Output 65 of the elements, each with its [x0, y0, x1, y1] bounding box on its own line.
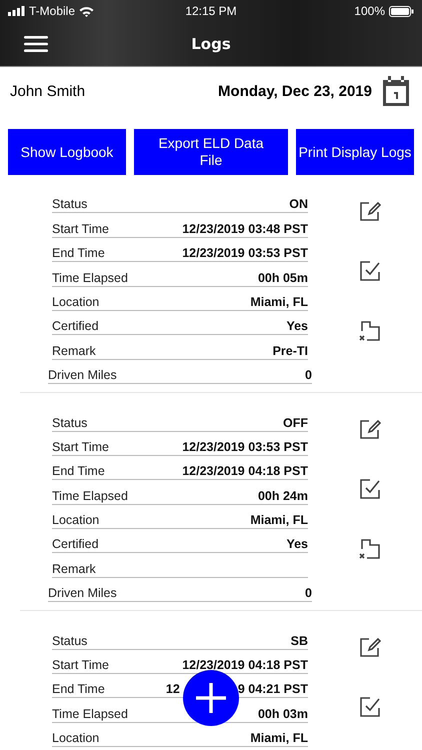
field-label: Location [52, 731, 100, 746]
field-value: 12/23/2019 03:53 PST [182, 246, 308, 260]
edit-icon[interactable] [358, 199, 382, 223]
field-label: Time Elapsed [52, 270, 128, 285]
wifi-icon [79, 6, 94, 16]
field-label: Driven Miles [48, 368, 117, 382]
field-label: Start Time [52, 440, 109, 454]
folder-x-icon[interactable] [358, 319, 382, 343]
action-button[interactable]: Export ELD Data File [134, 129, 288, 175]
driver-name: John Smith [10, 82, 86, 100]
field-label: Status [52, 416, 88, 430]
field-value: OFF [283, 416, 308, 430]
action-button[interactable]: Show Logbook [8, 129, 126, 175]
signal-icon [8, 6, 25, 16]
field-label: Driven Miles [48, 586, 117, 600]
field-value: 00h 05m [258, 270, 308, 285]
field-label: Start Time [52, 658, 109, 672]
field-label: Status [52, 197, 88, 212]
field-value: Miami, FL [250, 731, 308, 746]
field-value: Pre-TI [272, 344, 308, 358]
field-value: ON [289, 197, 308, 212]
field-label: Certified [52, 319, 99, 334]
field-label: Location [52, 513, 100, 528]
field-value: 12/23/2019 03:53 PST [182, 440, 308, 454]
edit-icon[interactable] [358, 417, 382, 442]
field-label: End Time [52, 246, 105, 260]
field-value: 9 04:21 PST [238, 682, 308, 696]
field-value: 12/23/2019 03:48 PST [182, 222, 308, 236]
folder-x-icon[interactable] [358, 537, 382, 562]
plus-icon [194, 681, 228, 715]
field-label: Time Elapsed [52, 706, 128, 721]
carrier-name: T-Mobile [29, 4, 76, 18]
action-button[interactable]: Print Display Logs [296, 129, 414, 175]
field-label: End Time [52, 682, 105, 696]
field-value: SB [290, 634, 308, 648]
field-label: End Time [52, 464, 105, 478]
battery-icon [389, 6, 414, 16]
field-label: Remark [52, 562, 96, 576]
field-value: 12 [166, 682, 180, 696]
log-date: Monday, Dec 23, 2019 [218, 82, 372, 100]
field-label: Certified [52, 537, 99, 552]
field-value: Yes [286, 319, 308, 334]
field-value: 0 [305, 586, 312, 600]
field-value: 12/23/2019 04:18 PST [182, 658, 308, 672]
checkbox-icon[interactable] [358, 259, 382, 283]
battery-percent: 100% [354, 4, 385, 18]
field-label: Location [52, 294, 100, 309]
field-value: 00h 24m [258, 488, 308, 503]
checkbox-icon[interactable] [358, 695, 382, 720]
field-value: Miami, FL [250, 513, 308, 528]
calendar-icon[interactable] [380, 75, 412, 107]
field-label: Start Time [52, 222, 109, 236]
field-value: 12/23/2019 04:18 PST [182, 464, 308, 478]
field-value: 00h 03m [258, 706, 308, 721]
clock-time: 12:15 PM [185, 4, 237, 18]
checkbox-icon[interactable] [358, 477, 382, 502]
field-value: 0 [305, 368, 312, 382]
edit-icon[interactable] [358, 635, 382, 660]
field-label: Status [52, 634, 88, 648]
field-label: Remark [52, 344, 96, 358]
menu-icon[interactable] [24, 36, 48, 52]
field-value: Miami, FL [250, 294, 308, 309]
field-label: Time Elapsed [52, 488, 128, 503]
field-value: Yes [286, 537, 308, 552]
page-title: Logs [190, 35, 232, 53]
